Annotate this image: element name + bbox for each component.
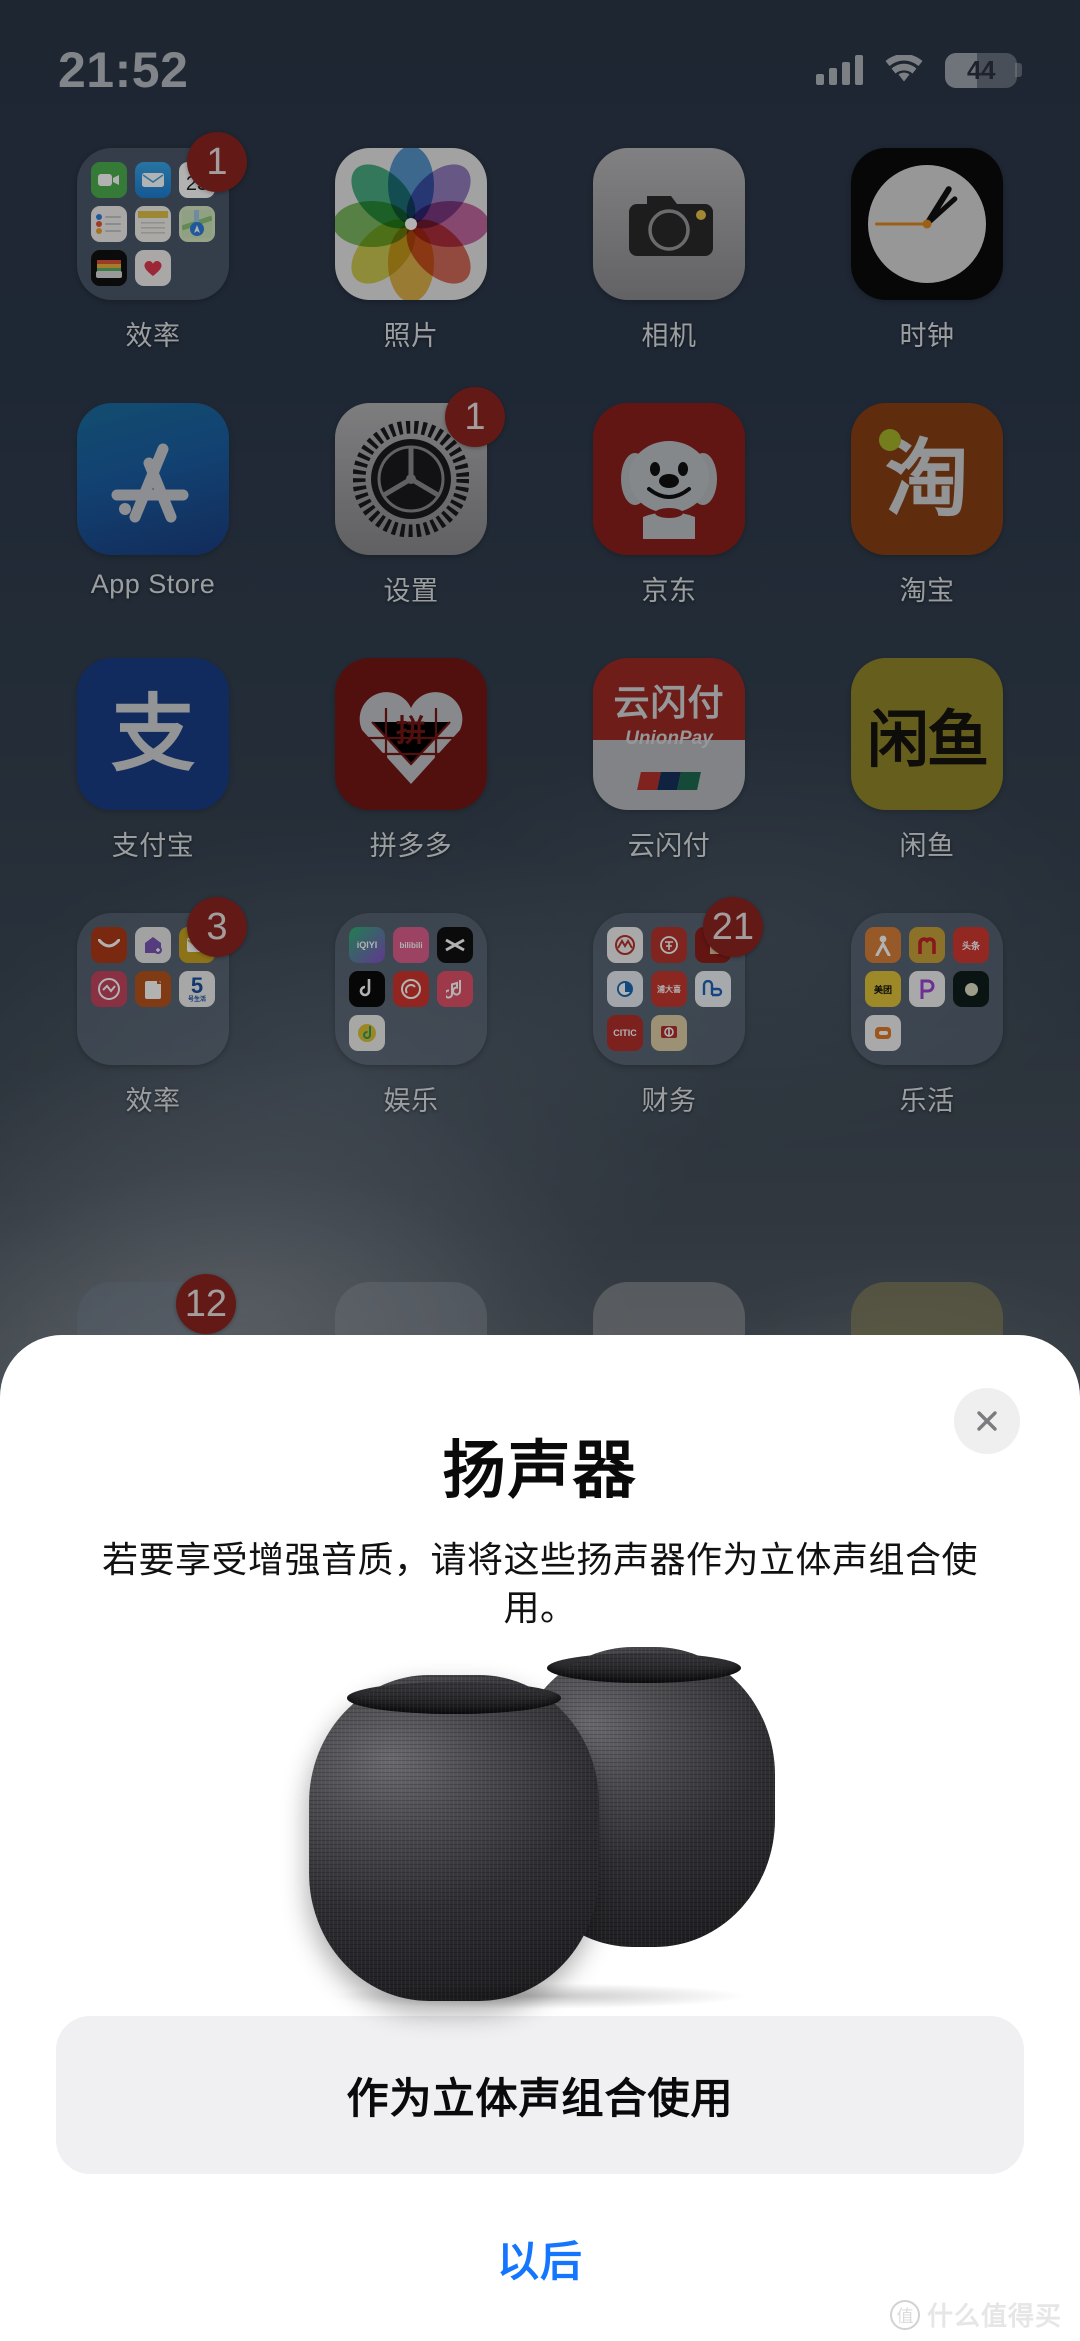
watermark-mark: 值: [889, 2299, 920, 2330]
iphone-home-screen: 21:52 44 1 效率 照片 相机 时钟 App Store 1 设置 京东…: [0, 0, 1080, 2341]
modal-title: 扬声器: [442, 1434, 638, 1507]
homepod-front: [309, 1675, 599, 2002]
watermark-text: 什么值得买: [926, 2302, 1062, 2332]
speaker-stereo-pair-modal: 扬声器 若要享受增强音质，请将这些扬声器作为立体声组合使用。 作为立体声组合使用…: [0, 1335, 1080, 2341]
modal-description: 若要享受增强音质，请将这些扬声器作为立体声组合使用。: [101, 1540, 978, 1629]
watermark: 值 什么值得买: [889, 2296, 1062, 2333]
use-as-stereo-pair-button[interactable]: 作为立体声组合使用: [56, 2016, 1024, 2174]
close-icon[interactable]: [954, 1388, 1020, 1454]
later-button[interactable]: 以后: [497, 2228, 583, 2289]
homepod-stereo-pair-image: [56, 1640, 1024, 2010]
